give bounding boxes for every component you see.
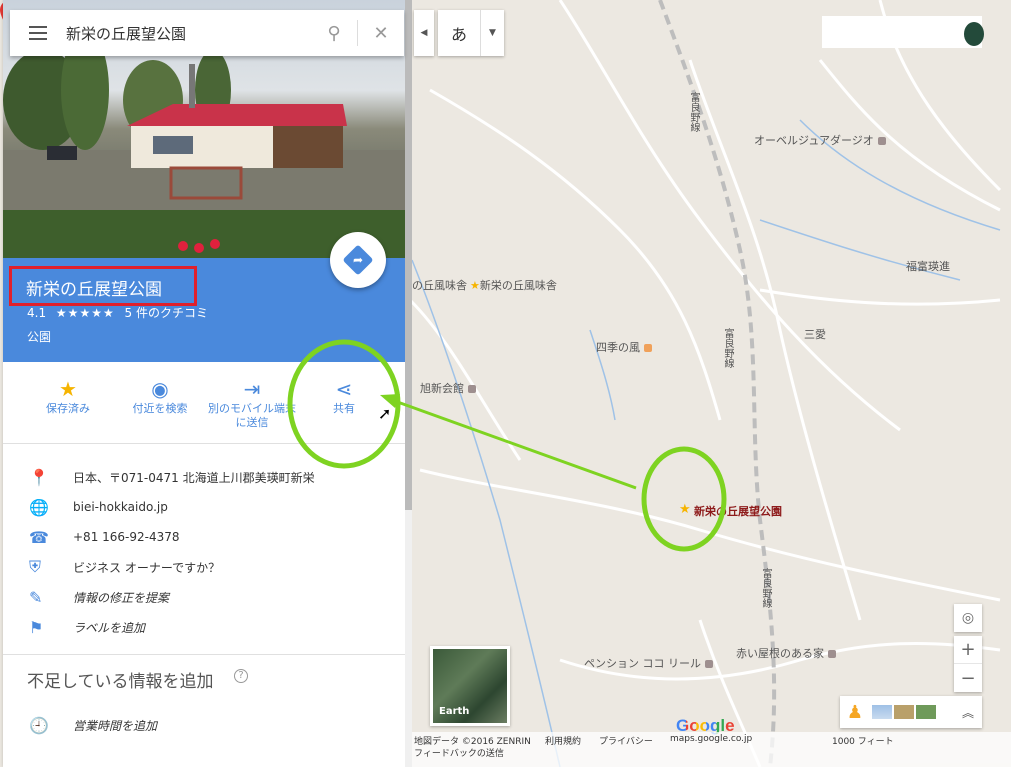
imagery-thumbnail[interactable] [872, 705, 892, 719]
collapse-panel-button[interactable]: ◀ [414, 10, 434, 56]
building-icon [468, 385, 476, 393]
satellite-thumbnail: Earth [433, 649, 507, 723]
place-panel: 新栄の丘展望公園 4.1 ★★★★★ 5 件のクチコミ 公園 ルート・乗換 ➦ … [3, 0, 405, 767]
menu-button[interactable] [10, 10, 66, 56]
lodging-icon [877, 137, 886, 145]
terms-link[interactable]: 利用規約 [545, 734, 581, 747]
share-button[interactable]: ⋖ 共有 [299, 376, 389, 416]
lodging-icon [828, 650, 836, 658]
target-icon: ◎ [961, 610, 975, 626]
input-method-selector[interactable]: あ ▼ [438, 10, 504, 56]
chevron-up-icon[interactable]: ︽ [962, 704, 974, 721]
share-icon: ⋖ [335, 377, 353, 401]
earth-view-toggle[interactable]: Earth [430, 646, 510, 726]
clock-icon: 🕘 [29, 715, 49, 735]
map-label-kyokushin[interactable]: 旭新会館 [420, 380, 476, 396]
star-marker-icon: ★ [679, 502, 691, 517]
chevron-left-icon: ◀ [420, 28, 428, 38]
star-marker-icon: ★ [470, 279, 480, 292]
scale-label[interactable]: 1000 フィート [832, 734, 894, 747]
zoom-out-button[interactable]: − [954, 664, 982, 692]
missing-info-section: 不足している情報を追加 ? 🕘 営業時間を追加 [3, 654, 405, 735]
my-location-button[interactable]: ◎ [954, 604, 982, 632]
verified-shield-icon: ⛨ [29, 557, 42, 576]
earth-label: Earth [439, 706, 470, 717]
add-hours-row[interactable]: 🕘 営業時間を追加 [3, 710, 405, 740]
mouse-cursor-icon: ➚ [378, 404, 392, 423]
claim-business-row[interactable]: ⛨ ビジネス オーナーですか？ [3, 552, 405, 582]
nearby-icon: ◉ [151, 377, 169, 401]
phone-row[interactable]: ☎ +81 166-92-4378 [3, 522, 405, 552]
suggest-edit-row[interactable]: ✎ 情報の修正を提案 [3, 582, 405, 612]
place-details: 📍 日本、〒071-0471 北海道上川郡美瑛町新栄 🌐 biei-hokkai… [3, 462, 405, 642]
location-pin-icon: 📍 [29, 467, 49, 487]
map-label-shikinokaze[interactable]: 四季の風 [596, 339, 652, 355]
nearby-button[interactable]: ◉ 付近を検索 [115, 376, 205, 416]
menu-icon [29, 32, 47, 34]
place-category[interactable]: 公園 [27, 328, 51, 345]
search-box: ⚲ ✕ [10, 10, 404, 56]
map-footer: 地図データ ©2016 ZENRIN 利用規約 プライバシー maps.goog… [412, 732, 1011, 767]
map-label-akaiyane[interactable]: 赤い屋根のある家 [736, 645, 836, 661]
reviews-link[interactable]: 5 件のクチコミ [125, 306, 208, 320]
search-icon: ⚲ [327, 22, 341, 44]
ime-mode-label: あ [450, 25, 467, 44]
globe-icon: 🌐 [29, 497, 49, 517]
domain-link[interactable]: maps.google.co.jp [670, 734, 752, 744]
map-label-okafumi-left: の丘風味舎 [412, 279, 467, 292]
map-label-pension[interactable]: ペンション ココ リール [584, 655, 713, 671]
address-row[interactable]: 📍 日本、〒071-0471 北海道上川郡美瑛町新栄 [3, 462, 405, 492]
missing-info-title: 不足している情報を追加 [27, 672, 214, 692]
map-label-railway: 富良野線 [722, 328, 733, 368]
lodging-icon [705, 660, 713, 668]
zoom-in-button[interactable]: + [954, 636, 982, 664]
search-input[interactable] [66, 13, 311, 53]
send-to-device-button[interactable]: ⇥ 別のモバイル端末に送信 [207, 376, 297, 430]
chevron-down-icon[interactable]: ▼ [480, 10, 504, 56]
edit-pencil-icon: ✎ [29, 587, 43, 607]
clear-button[interactable]: ✕ [358, 10, 404, 56]
directions-button[interactable]: ➦ [330, 232, 386, 288]
imagery-thumbnail[interactable] [894, 705, 914, 719]
rating-stars-icon: ★★★★★ [55, 306, 115, 320]
layers-control: ♟ ︽ [840, 696, 982, 728]
account-area[interactable] [822, 16, 982, 48]
map-label-okafumi[interactable]: ★新栄の丘風味舎 [470, 277, 557, 293]
website-row[interactable]: 🌐 biei-hokkaido.jp [3, 492, 405, 522]
action-bar: ★ 保存済み ◉ 付近を検索 ⇥ 別のモバイル端末に送信 ⋖ 共有 [3, 362, 405, 444]
search-button[interactable]: ⚲ [311, 10, 357, 56]
maps-window: オーベルジュアダージオ 福富瑛進 三愛 の丘風味舎 ★新栄の丘風味舎 四季の風 … [0, 0, 1011, 767]
rating-row: 4.1 ★★★★★ 5 件のクチコミ [27, 304, 208, 321]
pegman-icon[interactable]: ♟ [840, 702, 870, 723]
place-title: 新栄の丘展望公園 [9, 266, 197, 306]
map-label-obel[interactable]: オーベルジュアダージオ [754, 132, 886, 148]
map-label-sanai: 三愛 [804, 328, 826, 341]
flag-icon: ⚑ [29, 617, 44, 637]
avatar[interactable] [964, 22, 984, 46]
save-button[interactable]: ★ 保存済み [23, 376, 113, 416]
rating-value: 4.1 [27, 306, 47, 320]
close-icon: ✕ [373, 22, 389, 44]
phone-icon: ☎ [29, 527, 49, 547]
help-icon[interactable]: ? [234, 669, 248, 683]
send-to-device-icon: ⇥ [243, 377, 261, 401]
star-icon: ★ [59, 377, 77, 401]
map-label-railway: 富良野線 [760, 568, 771, 608]
selected-place-label[interactable]: 新栄の丘展望公園 [694, 503, 782, 519]
panel-scrollbar[interactable] [405, 0, 412, 767]
scroll-thumb[interactable] [405, 0, 412, 510]
imagery-thumbnail[interactable] [916, 705, 936, 719]
cafe-icon [644, 344, 652, 352]
zoom-control: + − [954, 636, 982, 692]
directions-icon: ➦ [342, 244, 374, 276]
feedback-link[interactable]: フィードバックの送信 [414, 746, 504, 759]
privacy-link[interactable]: プライバシー [599, 734, 653, 747]
map-label-railway: 富良野線 [688, 92, 699, 132]
map-label-fukutomi: 福富瑛進 [906, 260, 950, 273]
add-label-row[interactable]: ⚑ ラベルを追加 [3, 612, 405, 642]
